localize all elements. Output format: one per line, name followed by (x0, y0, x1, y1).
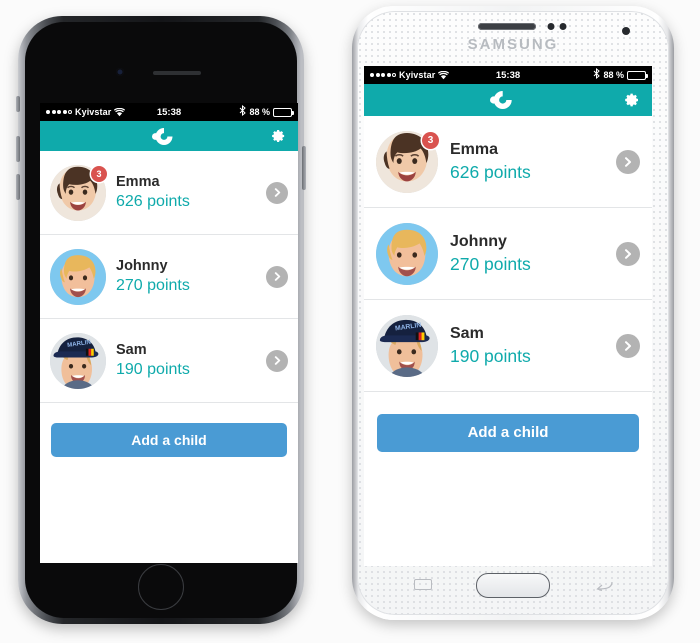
chevron-right-icon[interactable] (266, 265, 288, 288)
child-points: 270 points (116, 277, 190, 294)
status-bar: Kyivstar 15:38 88 % (40, 103, 298, 121)
gear-icon[interactable] (271, 129, 286, 144)
samsung-device: SAMSUNG Kyivstar 15:38 88 % 3 Emma 626 p… (352, 6, 674, 620)
list-item-text: Sam 190 points (450, 325, 604, 367)
list-item-text: Emma 626 points (450, 141, 604, 183)
front-camera-icon (622, 27, 630, 35)
mute-switch[interactable] (16, 96, 20, 112)
volume-down-button[interactable] (16, 174, 20, 200)
avatar: MARLIN (50, 332, 106, 389)
notification-badge: 3 (91, 165, 107, 182)
battery-percent-label: 88 % (603, 70, 624, 80)
power-button[interactable] (302, 146, 306, 190)
samsung-screen: Kyivstar 15:38 88 % 3 Emma 626 points Jo… (364, 66, 652, 566)
child-name: Johnny (450, 232, 507, 250)
iphone-device: Kyivstar 15:38 88 % 3 Emma 626 points Jo… (16, 16, 306, 624)
list-item-text: Johnny 270 points (450, 233, 604, 275)
child-name: Sam (116, 342, 147, 358)
list-item[interactable]: Johnny 270 points (364, 208, 652, 300)
light-sensor-icon (559, 23, 567, 30)
child-name: Emma (450, 140, 499, 158)
child-points: 626 points (450, 161, 531, 182)
chevron-right-icon[interactable] (616, 333, 640, 358)
list-item[interactable]: MARLIN Sam 190 points (364, 300, 652, 392)
recent-apps-softkey-icon[interactable] (414, 579, 432, 590)
child-name: Emma (116, 174, 160, 190)
app-logo-icon (490, 91, 526, 109)
chevron-right-icon[interactable] (266, 181, 288, 204)
home-button[interactable] (476, 573, 550, 598)
volume-up-button[interactable] (16, 136, 20, 162)
avatar (376, 222, 438, 285)
notification-badge: 3 (422, 131, 439, 149)
proximity-sensor-icon (547, 23, 555, 30)
chevron-right-icon[interactable] (266, 349, 288, 372)
brand-label: SAMSUNG (467, 36, 559, 53)
child-points: 270 points (450, 253, 531, 274)
earpiece-speaker (153, 71, 201, 75)
bluetooth-icon (239, 104, 247, 119)
children-list: 3 Emma 626 points Johnny 270 points MARL… (364, 116, 652, 392)
child-name: Sam (450, 324, 484, 342)
app-header-bar (40, 121, 298, 151)
chevron-right-icon[interactable] (616, 241, 640, 266)
avatar: 3 (376, 130, 439, 193)
add-child-button[interactable]: Add a child (377, 414, 639, 452)
battery-icon (627, 70, 648, 80)
battery-icon (273, 107, 294, 117)
screenshot-stage: Kyivstar 15:38 88 % 3 Emma 626 points Jo… (0, 0, 700, 643)
add-child-button[interactable]: Add a child (51, 423, 287, 457)
avatar: MARLIN (376, 314, 438, 377)
chevron-right-icon[interactable] (616, 149, 640, 174)
iphone-screen: Kyivstar 15:38 88 % 3 Emma 626 points Jo… (40, 103, 298, 563)
bluetooth-icon (593, 67, 601, 82)
list-item[interactable]: MARLIN Sam 190 points (40, 319, 298, 403)
list-item[interactable]: 3 Emma 626 points (40, 151, 298, 235)
child-name: Johnny (116, 258, 168, 274)
boy-blond-hair-avatar (376, 222, 438, 285)
front-camera-icon (116, 68, 124, 76)
home-button[interactable] (138, 564, 184, 610)
children-list: 3 Emma 626 points Johnny 270 points MARL… (40, 151, 298, 403)
child-points: 190 points (450, 345, 531, 366)
child-points: 190 points (116, 361, 190, 378)
app-logo-icon (152, 127, 186, 145)
app-header-bar (364, 84, 652, 116)
battery-percent-label: 88 % (249, 107, 270, 117)
gear-icon[interactable] (624, 92, 640, 108)
avatar (50, 248, 106, 305)
status-bar: Kyivstar 15:38 88 % (364, 66, 652, 84)
list-item-text: Sam 190 points (116, 342, 256, 379)
status-bar-right: 88 % (593, 67, 648, 82)
child-points: 626 points (116, 193, 190, 210)
avatar: 3 (50, 164, 107, 221)
boy-blue-cap-avatar: MARLIN (50, 332, 106, 389)
list-item-text: Emma 626 points (116, 174, 256, 211)
status-bar-right: 88 % (239, 104, 294, 119)
list-item-text: Johnny 270 points (116, 258, 256, 295)
boy-blue-cap-avatar: MARLIN (376, 314, 438, 377)
boy-blond-hair-avatar (50, 248, 106, 305)
list-item[interactable]: 3 Emma 626 points (364, 116, 652, 208)
back-softkey-icon[interactable] (594, 580, 614, 591)
earpiece-speaker (478, 23, 536, 30)
list-item[interactable]: Johnny 270 points (40, 235, 298, 319)
